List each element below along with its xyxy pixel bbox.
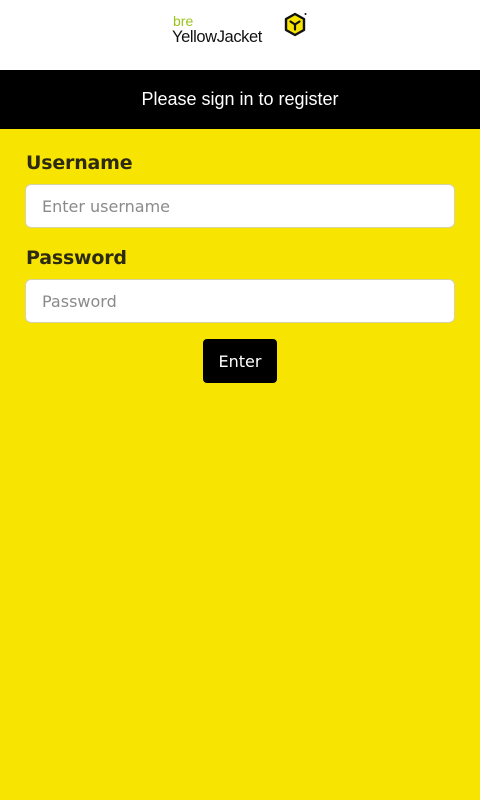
- logo-name: YellowJacket: [172, 28, 262, 46]
- password-label: Password: [26, 247, 127, 269]
- username-label: Username: [26, 152, 133, 174]
- password-input[interactable]: [25, 279, 455, 323]
- bre-yellowjacket-logo: bre YellowJacket: [172, 12, 312, 52]
- enter-button[interactable]: Enter: [203, 339, 277, 383]
- header: bre YellowJacket: [0, 0, 480, 70]
- logo-prefix: bre: [173, 13, 194, 29]
- username-input[interactable]: [25, 184, 455, 228]
- sign-in-banner: Please sign in to register: [0, 70, 480, 129]
- yellowjacket-cube-icon: [284, 12, 307, 37]
